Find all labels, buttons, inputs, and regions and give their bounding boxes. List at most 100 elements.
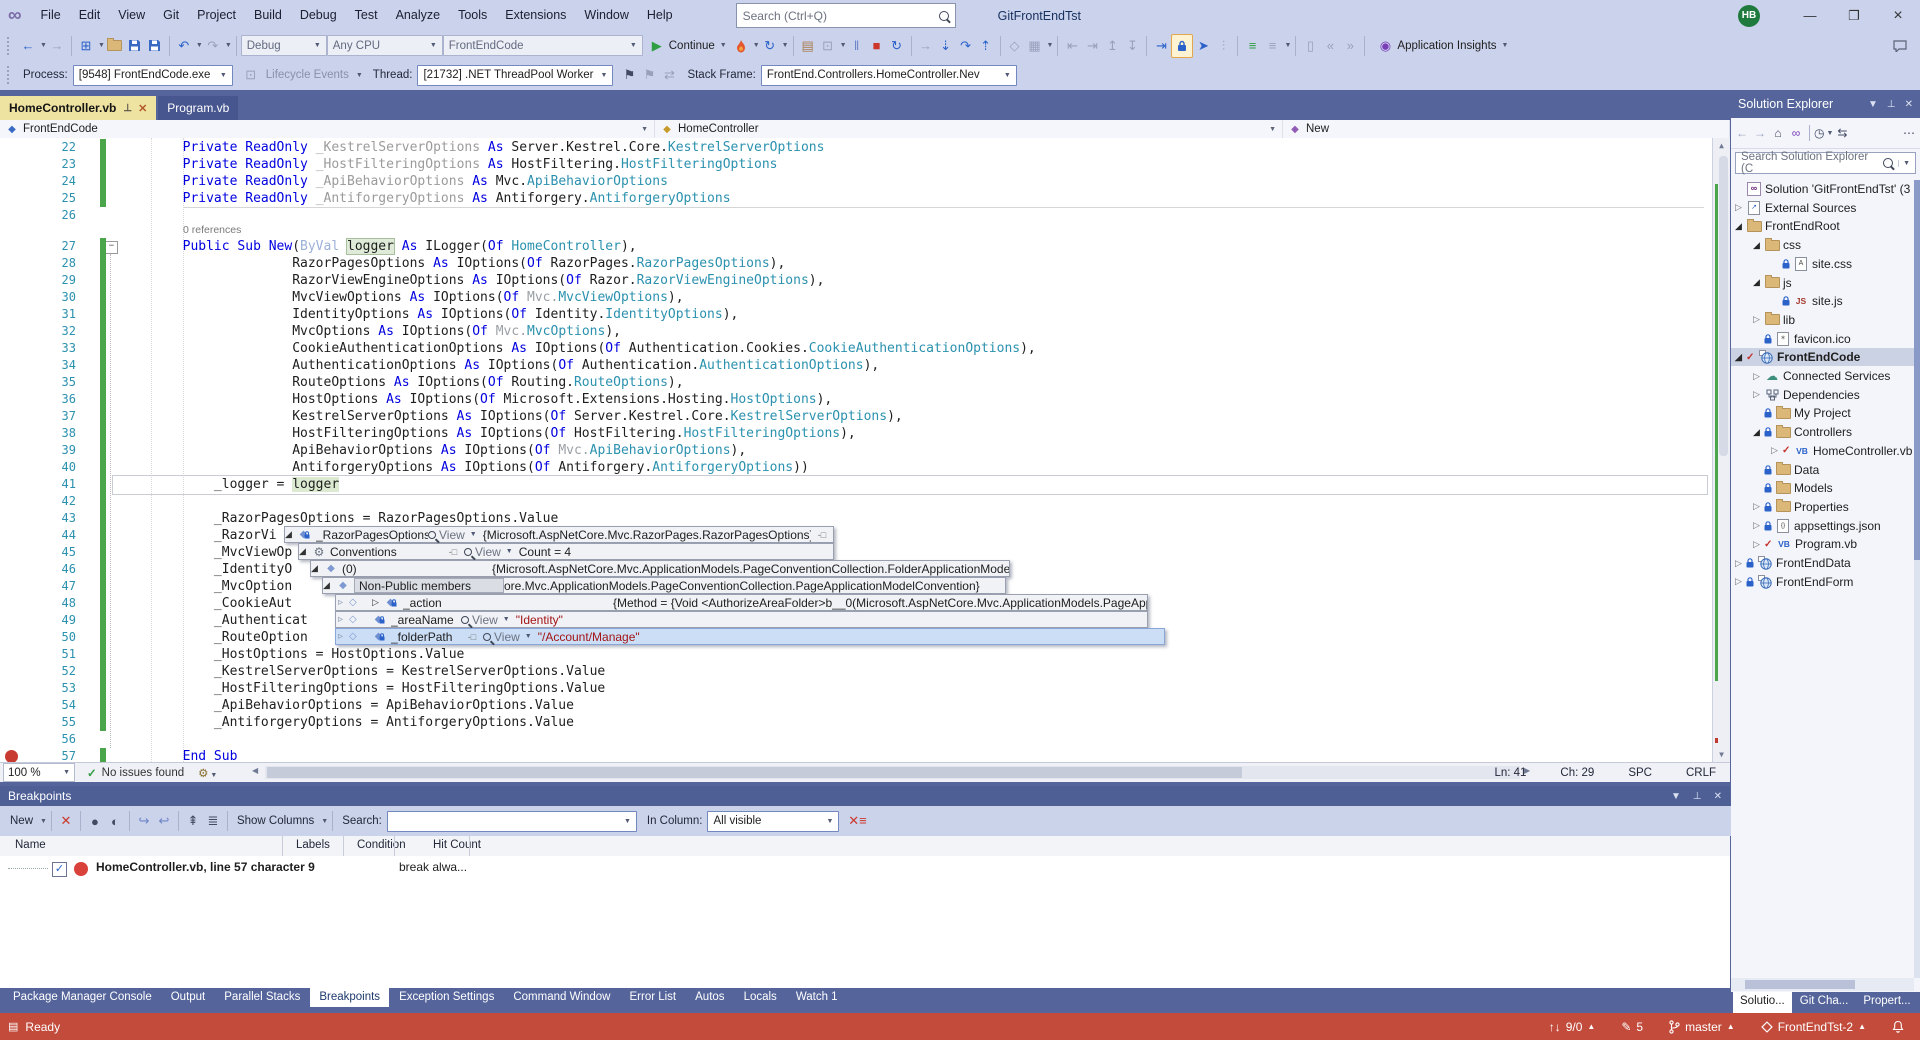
move-down-icon[interactable]: ↧ <box>1122 35 1142 57</box>
column-header-hit-count[interactable]: Hit Count <box>433 839 481 851</box>
tree-item-favicon-ico[interactable]: ✶ favicon.ico <box>1731 330 1914 348</box>
tree-item-js[interactable]: ◢ js <box>1731 274 1914 292</box>
quick-search-input[interactable]: Search (Ctrl+Q) <box>735 3 956 28</box>
view-control[interactable]: View ▼ <box>464 545 513 559</box>
collapse-icon[interactable]: ◢ <box>1735 221 1746 232</box>
new-item-icon[interactable]: ⊞ <box>76 35 96 57</box>
health-indicator[interactable]: ✓ No issues found <box>87 766 184 780</box>
tree-item-site-js[interactable]: JS site.js <box>1731 292 1914 310</box>
nav-back-icon[interactable]: ← <box>18 35 38 57</box>
menu-project[interactable]: Project <box>188 0 245 31</box>
breakpoints-panel-title[interactable]: Breakpoints ▼ ⊥ ✕ <box>0 786 1730 806</box>
pending-changes-filter-icon[interactable]: ◷ ▼ <box>1814 123 1833 143</box>
switch-views-icon[interactable]: ∞ <box>1787 123 1805 143</box>
search-options-dropdown-icon[interactable]: ▼ <box>1898 159 1910 167</box>
windows-icon[interactable]: ⊡ <box>818 35 838 57</box>
editor-horizontal-scrollbar[interactable] <box>265 766 1520 779</box>
bookmark-icon[interactable]: ▯ <box>1300 35 1320 57</box>
collapse-icon[interactable]: ◢ <box>285 529 297 540</box>
scroll-left-icon[interactable]: ◀ <box>252 766 258 775</box>
expand-icon[interactable]: ▷ <box>1771 445 1782 456</box>
editor-vertical-scrollbar[interactable]: ▲ ▼ <box>1712 138 1730 762</box>
run-to-cursor-icon[interactable]: ➤ <box>1193 35 1213 57</box>
save-icon[interactable] <box>125 35 145 57</box>
nav-forward-icon[interactable]: → <box>47 35 67 57</box>
expand-icon[interactable]: ▷ <box>1753 389 1764 400</box>
stack-frame-combo[interactable]: FrontEnd.Controllers.HomeController.Nev ▼ <box>760 64 1017 86</box>
delete-all-breakpoints-icon[interactable]: ● <box>85 810 105 832</box>
tree-item-appsettings-json[interactable]: ▷{} appsettings.json <box>1731 517 1914 535</box>
breadcrumb-frontendcode[interactable]: ◆ FrontEndCode ▼ <box>0 120 655 138</box>
tree-item-site-css[interactable]: Asite.css <box>1731 255 1914 273</box>
stop-icon[interactable]: ■ <box>867 35 887 57</box>
hot-reload-icon[interactable] <box>731 35 751 57</box>
tree-item-models[interactable]: Models <box>1731 479 1914 497</box>
flag-icon[interactable]: ⚑ <box>639 64 659 86</box>
bottom-tab-autos[interactable]: Autos <box>686 988 733 1007</box>
nav-bar-fwd-icon[interactable]: ⇥ <box>1082 35 1102 57</box>
tree-item-frontendform[interactable]: ▷ FrontEndForm <box>1731 573 1914 591</box>
thread-combo[interactable]: [21732] .NET ThreadPool Worker ▼ <box>417 64 614 86</box>
back-icon[interactable]: ← <box>1733 123 1751 143</box>
menu-help[interactable]: Help <box>638 0 682 31</box>
breakpoints-search-input[interactable]: ▼ <box>386 810 637 832</box>
toolbar-grip[interactable] <box>7 66 15 84</box>
home-icon[interactable]: ⌂ <box>1769 123 1787 143</box>
new-breakpoint-button[interactable]: New <box>10 815 33 827</box>
bottom-tab-breakpoints[interactable]: Breakpoints <box>310 988 390 1007</box>
bottom-tab-output[interactable]: Output <box>162 988 215 1007</box>
breadcrumb-new[interactable]: ◆ New <box>1283 120 1730 138</box>
se-tab-solutio-[interactable]: Solutio... <box>1733 992 1792 1013</box>
tree-item-frontendcode[interactable]: ◢ ✓ FrontEndCode <box>1731 348 1914 367</box>
scroll-up-icon[interactable]: ▲ <box>1713 138 1730 153</box>
pin-icon[interactable]: ⊥ <box>123 103 132 114</box>
pin-icon[interactable]: -□ <box>461 632 483 642</box>
undo-icon[interactable]: ↶ <box>174 35 194 57</box>
tree-item-css[interactable]: ◢ css <box>1731 236 1914 254</box>
column-header-condition[interactable]: Condition <box>357 839 406 851</box>
close-icon[interactable]: ✕ <box>1905 99 1913 110</box>
breakpoint-row[interactable]: ✓ HomeController.vb, line 57 character 9… <box>0 860 1730 878</box>
window-dropdown-icon[interactable]: ▼ <box>1671 791 1681 802</box>
menu-edit[interactable]: Edit <box>70 0 110 31</box>
bottom-tab-exception-settings[interactable]: Exception Settings <box>390 988 503 1007</box>
tree-item-program-vb[interactable]: ▷ ✓ VB Program.vb <box>1731 535 1914 553</box>
flag-threads-icon[interactable]: ⚑ <box>619 64 639 86</box>
tab-homecontroller-vb[interactable]: HomeController.vb ⊥ ✕ <box>0 96 157 120</box>
lifecycle-dropdown-icon[interactable]: ▼ <box>356 72 363 79</box>
redo-icon[interactable]: ↷ <box>203 35 223 57</box>
view-control[interactable]: View ▼ <box>461 613 510 627</box>
application-insights-button[interactable]: ◉ Application Insights ▼ <box>1375 35 1509 57</box>
sync-with-active-document-icon[interactable]: ⇆ <box>1833 123 1851 143</box>
datatip-row-_areaName[interactable]: ▹ ◇ ◆ _areaName View ▼ "Identity" <box>335 611 1148 628</box>
tree-item-external-sources[interactable]: ▷ ↗ External Sources <box>1731 199 1914 217</box>
breadcrumb-homecontroller[interactable]: ◆ HomeController ▼ <box>655 120 1283 138</box>
pin-icon[interactable]: -□ <box>442 547 464 557</box>
code-fix-icon[interactable]: ⚙ ▼ <box>198 766 217 780</box>
breakpoints-list[interactable]: ✓ HomeController.vb, line 57 character 9… <box>0 856 1730 988</box>
datatip-row-_action[interactable]: ▹ ◇ ▷ ◆ _action {Method = {Void <AuthorizeAre… <box>335 594 1148 611</box>
repository-button[interactable]: FrontEndTst-2 ▲ <box>1760 1020 1866 1034</box>
expand-icon[interactable]: ▷ <box>1735 202 1746 213</box>
tree-item-lib[interactable]: ▷ lib <box>1731 311 1914 329</box>
menu-tools[interactable]: Tools <box>449 0 496 31</box>
solution-search-input[interactable]: Search Solution Explorer (C ▼ <box>1735 151 1916 175</box>
step-into-icon[interactable]: ⇣ <box>936 35 956 57</box>
tree-item-controllers[interactable]: ◢ Controllers <box>1731 423 1914 441</box>
uncomment-icon[interactable]: ≡ <box>1262 35 1282 57</box>
tree-item-properties[interactable]: ▷ Properties <box>1731 498 1914 516</box>
forward-icon[interactable]: → <box>1751 123 1769 143</box>
break-all-icon[interactable]: ‖ <box>847 35 867 57</box>
lifecycle-events-button[interactable]: Lifecycle Events <box>266 69 349 81</box>
step-over-icon[interactable]: ↷ <box>956 35 976 57</box>
pin-icon[interactable]: -□ <box>811 530 833 540</box>
bottom-tab-locals[interactable]: Locals <box>735 988 786 1007</box>
view-control[interactable]: View ▼ <box>428 528 477 542</box>
show-columns-dropdown-icon[interactable]: ▼ <box>321 818 328 825</box>
open-folder-icon[interactable] <box>105 35 125 57</box>
menu-extensions[interactable]: Extensions <box>496 0 575 31</box>
expand-icon[interactable]: ▷ <box>1753 371 1764 382</box>
bottom-tab-parallel-stacks[interactable]: Parallel Stacks <box>215 988 309 1007</box>
reset-search-icon[interactable]: ✕≡ <box>847 810 867 832</box>
se-tab-git-cha-[interactable]: Git Cha... <box>1792 992 1856 1013</box>
